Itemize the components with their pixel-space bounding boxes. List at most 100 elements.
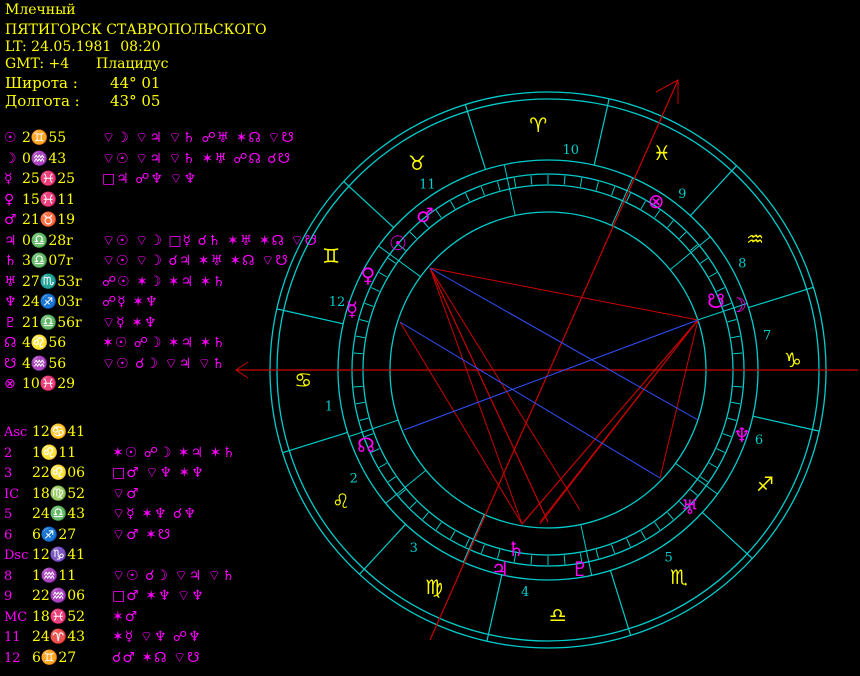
degree-tick — [727, 319, 737, 323]
degree-tick — [595, 549, 599, 559]
degree-tick — [387, 257, 396, 264]
house-number: 6 — [755, 433, 763, 448]
sign-divider — [282, 431, 348, 454]
degree-tick — [716, 448, 725, 453]
aspect-line-opposition — [399, 321, 523, 525]
fortune-glyph: ⊗ — [648, 189, 665, 213]
degree-tick — [364, 302, 374, 307]
house-number: 2 — [350, 471, 358, 486]
degree-tick — [708, 272, 718, 278]
zodiac-sign-1: ♈ — [529, 113, 547, 137]
aspect-line-opposition — [521, 319, 699, 525]
degree-tick — [563, 175, 566, 185]
degree-tick — [731, 335, 741, 339]
aspect-line-trine — [429, 267, 699, 421]
degree-tick — [563, 555, 566, 565]
zodiac-sign-2: ♉ — [408, 151, 426, 175]
degree-tick — [722, 433, 732, 438]
degree-tick — [409, 501, 417, 509]
degree-tick — [450, 200, 456, 210]
degree-tick — [378, 272, 388, 278]
degree-tick — [480, 544, 485, 554]
moon-glyph: ☽ — [729, 293, 747, 317]
sign-divider — [359, 523, 407, 575]
zodiac-sign-5: ♌ — [332, 489, 350, 513]
degree-tick — [355, 401, 365, 405]
saturn-glyph: ♄ — [507, 537, 525, 561]
house-cusp — [462, 514, 485, 563]
zodiac-sign-4: ♋ — [294, 368, 312, 392]
degree-tick — [654, 522, 661, 531]
degree-tick — [667, 512, 674, 520]
zodiac-sign-3: ♊ — [322, 244, 340, 268]
zodiac-sign-10: ♑ — [784, 348, 802, 372]
mars-glyph: ♂ — [416, 203, 434, 227]
house-number: 9 — [678, 187, 686, 202]
degree-tick — [409, 231, 417, 239]
sign-divider — [748, 286, 814, 309]
degree-tick — [727, 417, 737, 421]
sign-divider — [464, 104, 487, 170]
zodiac-sign-7: ♎ — [549, 603, 567, 627]
degree-tick — [733, 352, 743, 355]
house-cusp — [669, 236, 711, 271]
degree-tick — [359, 319, 369, 323]
degree-tick — [626, 538, 631, 547]
degree-tick — [579, 177, 583, 187]
degree-tick — [435, 209, 442, 218]
venus-glyph: ♀ — [361, 263, 376, 287]
zodiac-sign-9: ♐ — [756, 472, 774, 496]
degree-tick — [611, 544, 616, 554]
sign-divider — [752, 415, 820, 432]
sign-divider — [486, 574, 503, 642]
degree-tick — [595, 181, 599, 191]
degree-tick — [465, 538, 470, 547]
degree-tick — [640, 530, 646, 540]
sign-divider — [593, 98, 610, 166]
aspect-line-opposition — [539, 329, 691, 525]
degree-tick — [513, 177, 517, 187]
degree-tick — [700, 257, 709, 264]
zodiac-sign-11: ♒ — [746, 227, 764, 251]
south-node-glyph: ☋ — [707, 289, 725, 313]
house-cusp — [385, 469, 427, 504]
degree-tick — [422, 512, 429, 520]
house-number: 1 — [325, 400, 333, 415]
zodiac-sign-6: ♍ — [425, 575, 443, 599]
natal-wheel: ♈♉♊♋♌♍♎♏♐♑♒♓123456789101112☉♂♀☿ ☋ ☽♆♅♄♃ ♇☊⊗ — [235, 79, 858, 649]
mercury-glyph: ☿ — [346, 297, 358, 321]
degree-tick — [700, 476, 709, 483]
degree-tick — [530, 555, 533, 565]
degree-tick — [611, 186, 616, 196]
degree-tick — [733, 385, 743, 388]
aspect-line-trine — [399, 321, 661, 479]
degree-tick — [355, 335, 365, 339]
degree-tick — [359, 417, 369, 421]
degree-tick — [353, 352, 363, 355]
degree-tick — [530, 175, 533, 185]
degree-tick — [679, 231, 687, 239]
house-number: 11 — [419, 178, 436, 193]
degree-tick — [435, 522, 442, 531]
mc-ic-axis — [429, 79, 679, 641]
degree-tick — [378, 462, 388, 468]
neptune-glyph: ♆ — [733, 423, 751, 447]
aspect-line-opposition — [429, 267, 523, 525]
house-number: 12 — [329, 295, 346, 310]
sun-glyph: ☉ — [389, 231, 407, 255]
north-node-glyph: ☊ — [357, 433, 375, 457]
aspect-line-opposition — [429, 267, 549, 523]
house-cusp — [611, 177, 634, 226]
degree-tick — [353, 385, 363, 388]
degree-tick — [640, 200, 646, 210]
zodiac-sign-8: ♏ — [670, 565, 688, 589]
degree-tick — [465, 193, 470, 202]
degree-tick — [450, 530, 456, 540]
house-number: 8 — [738, 257, 746, 272]
aspect-line-opposition — [429, 267, 581, 511]
degree-tick — [497, 181, 501, 191]
pluto-glyph: ♇ — [571, 557, 589, 581]
sign-divider — [343, 181, 395, 229]
house-number: 10 — [563, 143, 580, 158]
zodiac-sign-12: ♓ — [653, 141, 671, 165]
